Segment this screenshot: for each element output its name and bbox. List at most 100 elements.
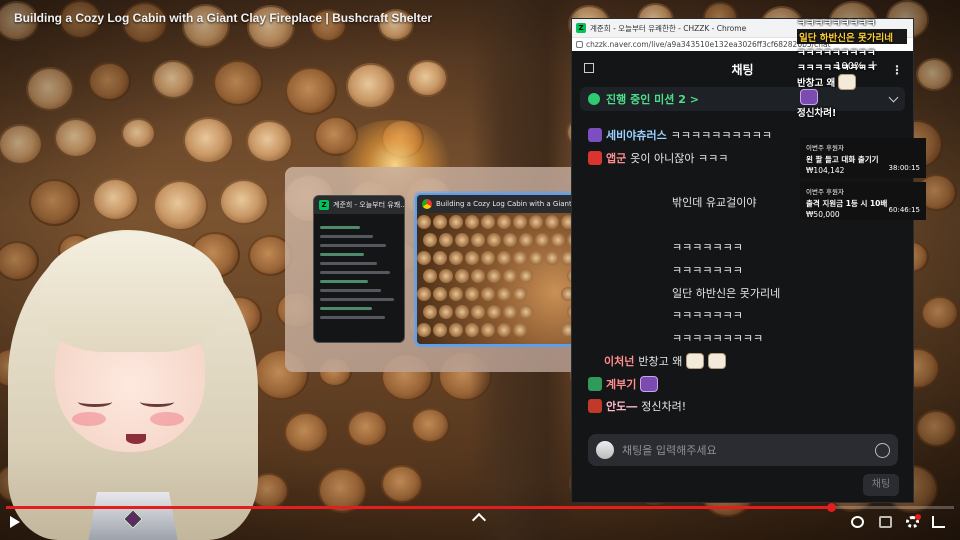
chat-message[interactable]: 일단 하반신은 못가리네 (672, 283, 780, 303)
chzzk-icon: Z (576, 23, 586, 33)
thumb-log (545, 215, 559, 229)
donation-widget: 이번주 후원자 출격 지원금 1등 시 10배 ₩50,000 60:46:15 (800, 182, 926, 220)
thumb-log (465, 323, 479, 337)
avatar-blush-left (72, 412, 106, 426)
vtuber-avatar (0, 222, 265, 540)
thumb-log (551, 233, 565, 247)
address-bar-url: chzzk.naver.com/live/a9a343510e132ea3026… (586, 40, 831, 49)
pause-autoplay-icon[interactable] (851, 516, 864, 528)
zoom-level: 100% (835, 61, 864, 72)
thumb-log (513, 215, 527, 229)
thumb-log (449, 251, 463, 265)
my-avatar-icon (596, 441, 614, 459)
cat-emote-icon (708, 353, 727, 369)
switcher-thumb-chat[interactable]: Z 계준희 - 오늘부터 유쾌... (313, 195, 405, 343)
overlay-chat-line: ㅋㅋㅋㅋㅋㅋㅋㅋㅋ (797, 44, 907, 59)
subtitles-icon[interactable] (879, 516, 892, 528)
chat-message[interactable]: ㅋㅋㅋㅋㅋㅋㅋㅋㅋ (672, 328, 763, 348)
chat-message[interactable]: 계부기 (588, 374, 659, 394)
overlay-chat-text: ㅋㅋㅋㅋㅋㅋㅋㅋㅋ (797, 47, 876, 59)
donation-amount: ₩104,142 (806, 166, 845, 175)
chat-message-text: ㅋㅋㅋㅋㅋㅋㅋㅋㅋ (672, 332, 764, 345)
thumb-log (481, 323, 495, 337)
donation-title: 왼 팔 들고 대화 출기기 (806, 155, 879, 164)
user-badge-icon (588, 128, 602, 142)
thumb-log (417, 287, 431, 301)
chat-message[interactable]: 밖인데 유교걸이야 (672, 192, 756, 212)
fullscreen-icon[interactable] (932, 516, 945, 528)
emoji-icon[interactable] (875, 442, 890, 458)
thumb-log (497, 323, 511, 337)
chat-nickname[interactable]: 안도― (606, 398, 637, 414)
thumb-log (535, 233, 549, 247)
thumb-log (481, 215, 495, 229)
thumb-log (465, 287, 479, 301)
thumb-chat-line (320, 316, 385, 319)
video-progress-bar[interactable] (6, 503, 954, 512)
user-badge-icon (588, 399, 602, 413)
chat-nickname[interactable]: 앱군 (606, 150, 626, 166)
thumb-log (471, 233, 485, 247)
thumb-log (423, 233, 437, 247)
thumb-log (455, 233, 469, 247)
thumb-log (513, 251, 527, 265)
video-progress-fill (6, 506, 831, 509)
video-scrubber[interactable] (826, 503, 836, 512)
chrome-icon (422, 199, 432, 209)
donation-time: 38:00:15 (888, 164, 920, 172)
send-chat-button[interactable]: 채팅 (863, 474, 899, 496)
thumb-chat-line (320, 271, 390, 274)
chat-nickname[interactable]: 이처넌 (604, 353, 634, 369)
thumb-log (487, 269, 501, 283)
play-icon[interactable] (10, 516, 20, 528)
thumb-chat-line (320, 289, 381, 292)
thumb-log (449, 215, 463, 229)
chat-nickname[interactable]: 계부기 (606, 376, 636, 392)
user-badge-icon (588, 377, 602, 391)
site-info-icon[interactable] (576, 41, 583, 48)
thumb-log (449, 323, 463, 337)
cat-emote-icon (838, 73, 857, 90)
chat-message[interactable]: 안도― 정신차려! (588, 396, 686, 416)
avatar-mouth (126, 434, 146, 444)
thumb-log (465, 215, 479, 229)
thumb-log (423, 305, 437, 319)
thumb-log (433, 323, 447, 337)
overlay-chat-line: 반창고 왜 (797, 73, 907, 90)
user-badge-icon (588, 151, 602, 165)
thumb-log (471, 305, 485, 319)
chat-message[interactable]: ㅋㅋㅋㅋㅋㅋㅋ (672, 237, 743, 257)
overlay-chat-line (797, 88, 907, 105)
thumb-log (545, 251, 559, 265)
thumb-log (455, 269, 469, 283)
thumb-log (423, 269, 437, 283)
chat-message-text: ㅋㅋㅋㅋㅋㅋㅋ (672, 241, 743, 254)
chat-header-title: 채팅 (731, 62, 754, 77)
thumb-log (513, 323, 527, 337)
collapse-chat-icon[interactable] (584, 63, 594, 73)
thumb-chat-line (320, 262, 377, 265)
thumb-log (503, 233, 517, 247)
chat-nickname[interactable]: 세비야츄러스 (606, 127, 667, 143)
chat-message[interactable]: 앱군 옷이 아니잖아 ㅋㅋㅋ (588, 148, 728, 168)
thumb-chat-line (320, 280, 368, 283)
chat-message[interactable]: ㅋㅋㅋㅋㅋㅋㅋ (672, 260, 743, 280)
chat-message[interactable]: 세비야츄러스 ㅋㅋㅋㅋㅋㅋㅋㅋㅋㅋ (588, 125, 772, 145)
thumb-log (433, 215, 447, 229)
overlay-chat-text: 반창고 왜 (797, 77, 836, 89)
zoom-in-button[interactable]: + (864, 58, 882, 74)
avatar-eye-right (140, 397, 174, 407)
thumb-log (497, 215, 511, 229)
chat-input[interactable]: 채팅을 입력해주세요 (588, 434, 898, 466)
chat-message[interactable]: ㅋㅋㅋㅋㅋㅋㅋ (672, 305, 743, 325)
chat-message-text: 정신차려! (641, 400, 687, 413)
chat-message[interactable]: 이처넌 반창고 왜 (604, 351, 727, 371)
video-title[interactable]: Building a Cozy Log Cabin with a Giant C… (14, 11, 432, 25)
thumb-chat-line (320, 307, 372, 310)
thumb-log (519, 305, 533, 319)
chat-message-text: ㅋㅋㅋㅋㅋㅋㅋ (672, 309, 743, 322)
thumb-log (417, 323, 431, 337)
thumb-log (529, 215, 543, 229)
donation-top: 이번주 후원자 (806, 144, 844, 152)
thumb-chat-line (320, 298, 394, 301)
